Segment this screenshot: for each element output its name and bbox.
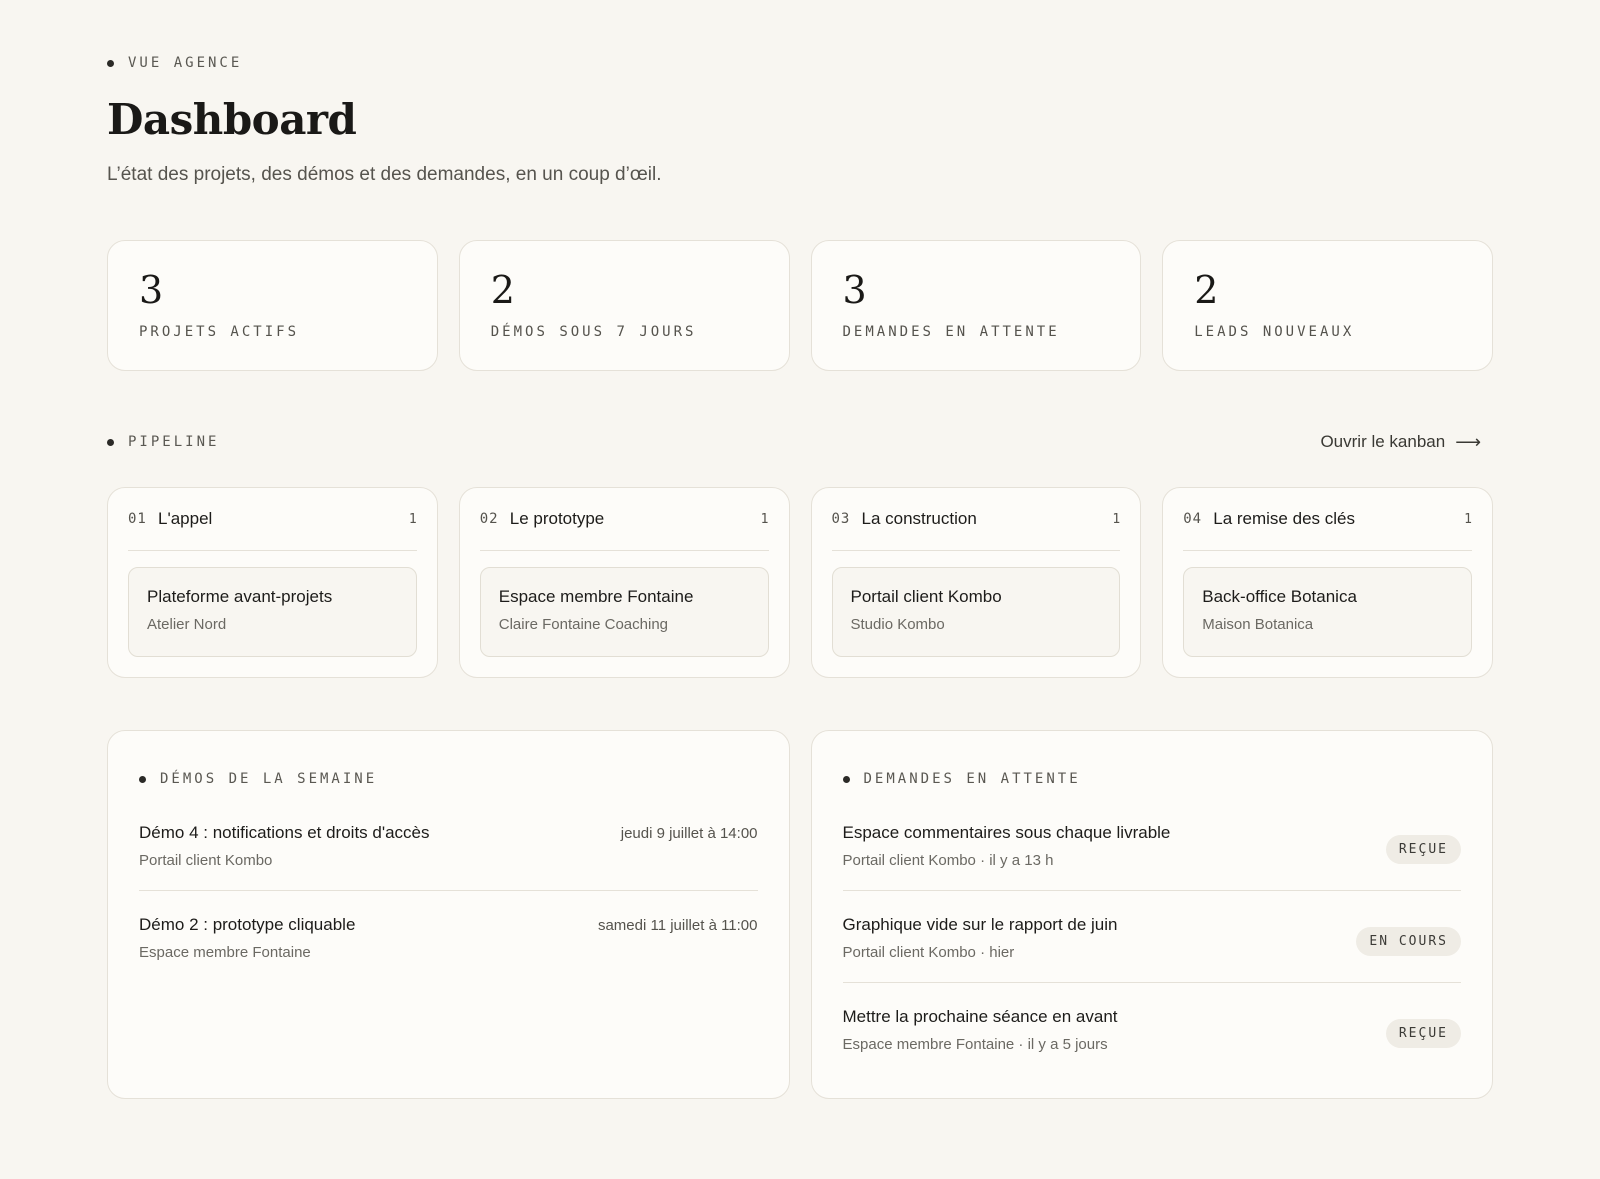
requests-list: Espace commentaires sous chaque livrable… [842, 821, 1461, 1075]
demo-date: jeudi 9 juillet à 14:00 [620, 825, 758, 842]
demos-eyebrow: DÉMOS DE LA SEMAINE [139, 771, 758, 787]
project-client: Atelier Nord [147, 616, 227, 633]
stat-value: 3 [139, 268, 164, 312]
stat-card-leads: 2 LEADS NOUVEAUX [1162, 240, 1493, 371]
request-title: Graphique vide sur le rapport de juin [842, 915, 1118, 934]
demos-panel: DÉMOS DE LA SEMAINE Démo 4 : notificatio… [107, 730, 790, 1099]
demo-item[interactable]: Démo 2 : prototype cliquable Espace memb… [139, 913, 758, 983]
dashboard-page: VUE AGENCE Dashboard L’état des projets,… [0, 0, 1600, 1179]
stage-name: Le prototype [509, 509, 605, 528]
stat-value: 2 [1194, 268, 1219, 312]
open-kanban-label: Ouvrir le kanban [1320, 432, 1446, 451]
project-name: Portail client Kombo [850, 587, 1002, 606]
stat-label: LEADS NOUVEAUX [1194, 324, 1355, 340]
demos-list: Démo 4 : notifications et droits d'accès… [139, 821, 758, 983]
demo-title: Démo 2 : prototype cliquable [139, 915, 356, 934]
bullet-dot-icon [107, 59, 114, 67]
pipeline-stage: 01 L'appel 1 Plateforme avant-projets At… [107, 487, 438, 678]
request-item[interactable]: Espace commentaires sous chaque livrable… [842, 821, 1461, 891]
demo-item[interactable]: Démo 4 : notifications et droits d'accès… [139, 821, 758, 891]
page-subtitle: L’état des projets, des démos et des dem… [107, 164, 662, 185]
status-badge: EN COURS [1356, 927, 1461, 956]
requests-panel: DEMANDES EN ATTENTE Espace commentaires … [810, 730, 1493, 1099]
stage-count: 1 [1112, 511, 1121, 527]
project-card[interactable]: Portail client Kombo Studio Kombo [831, 567, 1121, 657]
pipeline-stage: 03 La construction 1 Portail client Komb… [810, 487, 1142, 678]
demo-project: Espace membre Fontaine [139, 944, 311, 961]
request-text: Espace commentaires sous chaque livrable… [843, 821, 1171, 869]
page-title: Dashboard [107, 95, 357, 144]
stage-number: 04 [1183, 511, 1203, 527]
status-badge: REÇUE [1385, 1019, 1461, 1048]
status-badge: REÇUE [1385, 835, 1461, 864]
project-card[interactable]: Plateforme avant-projets Atelier Nord [128, 567, 417, 657]
project-name: Back-office Botanica [1202, 587, 1357, 606]
bullet-dot-icon [842, 775, 850, 783]
project-card[interactable]: Espace membre Fontaine Claire Fontaine C… [479, 567, 769, 657]
stat-card-projets-actifs: 3 PROJETS ACTIFS [107, 240, 438, 371]
stage-number: 02 [479, 511, 499, 527]
arrow-right-icon: ⟶ [1455, 431, 1481, 452]
requests-label: DEMANDES EN ATTENTE [863, 771, 1081, 787]
demo-text: Démo 4 : notifications et droits d'accès… [139, 821, 430, 869]
stat-value: 3 [842, 268, 867, 312]
pipeline-stage: 02 Le prototype 1 Espace membre Fontaine… [458, 487, 790, 678]
stage-header: 03 La construction 1 [831, 488, 1121, 551]
request-meta: Espace membre Fontaine · il y a 5 jours [842, 1036, 1108, 1053]
stat-label: DÉMOS SOUS 7 JOURS [490, 324, 697, 340]
stage-name: La construction [861, 509, 977, 528]
stat-label: DEMANDES EN ATTENTE [842, 324, 1060, 340]
stage-header: 04 La remise des clés 1 [1183, 488, 1472, 551]
request-text: Graphique vide sur le rapport de juin Po… [843, 913, 1118, 961]
request-meta: Portail client Kombo · il y a 13 h [842, 852, 1054, 869]
stage-name: La remise des clés [1213, 509, 1355, 528]
bullet-dot-icon [139, 775, 146, 783]
pipeline-header: PIPELINE Ouvrir le kanban ⟶ [107, 430, 1493, 454]
demo-date: samedi 11 juillet à 11:00 [597, 917, 758, 934]
pipeline-columns: 01 L'appel 1 Plateforme avant-projets At… [107, 487, 1493, 678]
project-name: Plateforme avant-projets [147, 587, 333, 606]
request-item[interactable]: Mettre la prochaine séance en avant Espa… [843, 1005, 1461, 1075]
open-kanban-link[interactable]: Ouvrir le kanban ⟶ [1320, 432, 1493, 453]
stat-label: PROJETS ACTIFS [139, 324, 300, 340]
stat-card-demandes: 3 DEMANDES EN ATTENTE [810, 240, 1142, 371]
demo-project: Portail client Kombo [139, 852, 273, 869]
project-name: Espace membre Fontaine [498, 587, 694, 606]
project-client: Claire Fontaine Coaching [498, 616, 669, 633]
demo-text: Démo 2 : prototype cliquable Espace memb… [139, 913, 355, 961]
stats-row: 3 PROJETS ACTIFS 2 DÉMOS SOUS 7 JOURS 3 … [107, 240, 1493, 371]
project-client: Studio Kombo [850, 616, 945, 633]
lower-panels: DÉMOS DE LA SEMAINE Démo 4 : notificatio… [107, 730, 1493, 1099]
project-card[interactable]: Back-office Botanica Maison Botanica [1183, 567, 1472, 657]
request-title: Espace commentaires sous chaque livrable [842, 823, 1171, 842]
bullet-dot-icon [107, 438, 114, 446]
requests-eyebrow: DEMANDES EN ATTENTE [842, 771, 1462, 787]
demos-label: DÉMOS DE LA SEMAINE [160, 771, 378, 787]
stage-count: 1 [1464, 511, 1472, 527]
stage-count: 1 [760, 511, 769, 527]
stage-number: 01 [128, 511, 147, 527]
request-title: Mettre la prochaine séance en avant [842, 1007, 1118, 1026]
stage-name: L'appel [158, 509, 213, 528]
project-client: Maison Botanica [1202, 616, 1314, 633]
eyebrow-label: VUE AGENCE [128, 55, 243, 71]
demo-title: Démo 4 : notifications et droits d'accès [139, 823, 430, 842]
stage-count: 1 [408, 511, 417, 527]
stage-number: 03 [831, 511, 851, 527]
request-meta: Portail client Kombo · hier [842, 944, 1015, 961]
pipeline-label: PIPELINE [128, 434, 220, 450]
section-eyebrow: VUE AGENCE [107, 55, 1493, 71]
pipeline-stage: 04 La remise des clés 1 Back-office Bota… [1162, 487, 1493, 678]
stage-header: 01 L'appel 1 [128, 488, 417, 551]
request-text: Mettre la prochaine séance en avant Espa… [843, 1005, 1118, 1053]
pipeline-eyebrow: PIPELINE [107, 434, 219, 450]
stat-card-demos: 2 DÉMOS SOUS 7 JOURS [458, 240, 790, 371]
stat-value: 2 [490, 268, 515, 312]
stage-header: 02 Le prototype 1 [479, 488, 769, 551]
request-item[interactable]: Graphique vide sur le rapport de juin Po… [842, 913, 1461, 983]
